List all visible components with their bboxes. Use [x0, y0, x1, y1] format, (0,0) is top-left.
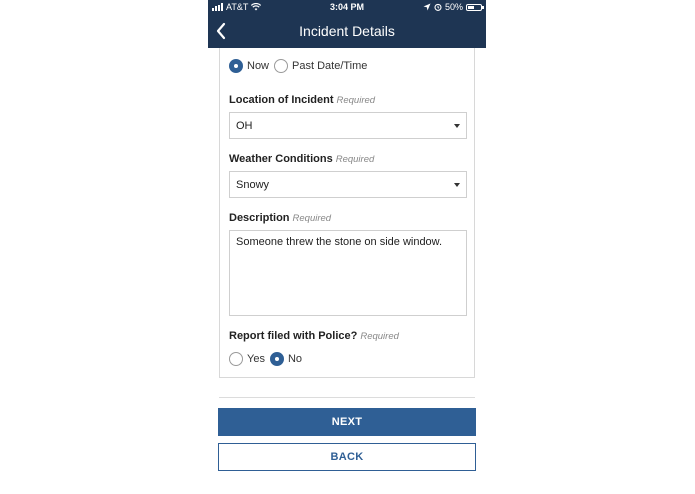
status-bar: AT&T 3:04 PM 50%: [208, 0, 486, 14]
weather-select[interactable]: Snowy: [229, 171, 467, 198]
location-select[interactable]: OH: [229, 112, 467, 139]
radio-past-date-time[interactable]: [274, 59, 289, 73]
radio-no-label: No: [287, 353, 303, 365]
description-label: Description Required: [229, 212, 331, 224]
radio-now[interactable]: [229, 59, 243, 73]
description-textarea[interactable]: Someone threw the stone on side window.: [229, 230, 467, 316]
description-label-text: Description: [229, 212, 290, 224]
chevron-down-icon: [454, 124, 460, 128]
location-required: Required: [336, 95, 376, 106]
time-of-incident-group: Now Past Date/Time: [229, 59, 372, 73]
alarm-icon: [434, 3, 442, 11]
weather-value: Snowy: [236, 179, 270, 191]
location-label: Location of Incident Required: [229, 94, 375, 106]
police-report-group: Yes No: [229, 352, 307, 366]
phone-screen: AT&T 3:04 PM 50% Incident Details Now Pa…: [208, 0, 486, 494]
status-bar-right: 50%: [423, 2, 484, 12]
battery-icon: [466, 3, 484, 11]
location-arrow-icon: [423, 3, 431, 11]
weather-required: Required: [335, 154, 375, 165]
chevron-down-icon: [454, 183, 460, 187]
location-value: OH: [236, 120, 253, 132]
battery-percent: 50%: [444, 2, 463, 12]
police-report-required: Required: [360, 331, 399, 342]
radio-now-label: Now: [247, 60, 270, 72]
weather-label: Weather Conditions Required: [229, 153, 374, 165]
location-label-text: Location of Incident: [229, 94, 334, 106]
police-report-label: Report filed with Police? Required: [229, 330, 399, 342]
radio-yes[interactable]: [229, 352, 243, 366]
radio-no[interactable]: [269, 352, 284, 366]
divider: [219, 397, 475, 398]
back-button[interactable]: BACK: [218, 443, 476, 471]
navigation-bar: Incident Details: [208, 14, 486, 48]
radio-yes-label: Yes: [247, 353, 265, 365]
description-required: Required: [292, 213, 332, 224]
incident-form: Now Past Date/Time Location of Incident R…: [219, 48, 475, 378]
next-button[interactable]: NEXT: [218, 408, 476, 436]
police-report-label-text: Report filed with Police?: [229, 330, 358, 342]
page-title: Incident Details: [299, 23, 395, 39]
weather-label-text: Weather Conditions: [229, 153, 333, 165]
radio-past-date-time-label: Past Date/Time: [292, 60, 368, 72]
